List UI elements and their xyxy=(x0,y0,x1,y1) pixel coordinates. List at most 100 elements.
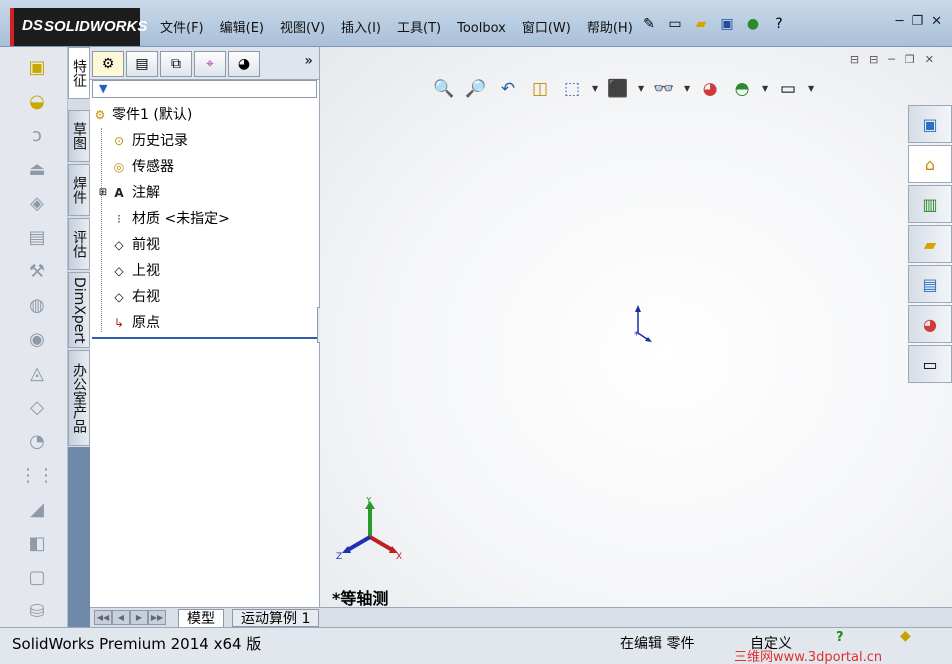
tab-evaluate[interactable]: 评估 xyxy=(68,218,90,270)
feature-tree-filter[interactable]: ▼ xyxy=(92,80,317,98)
hide-show-items-icon[interactable]: 👓 xyxy=(652,77,676,101)
shell-icon[interactable]: ▢ xyxy=(22,563,52,591)
menu-insert[interactable]: 插入(I) xyxy=(333,18,389,40)
edit-appearance-icon[interactable]: ◕ xyxy=(698,77,722,101)
expand-icon[interactable]: ⊞ xyxy=(95,185,111,201)
tree-item-history[interactable]: ⊙ 历史记录 xyxy=(90,128,319,154)
minimize-icon[interactable]: ─ xyxy=(896,14,904,29)
tree-item-sensors[interactable]: ◎ 传感器 xyxy=(90,154,319,180)
tab-office-products[interactable]: 办公室产品 xyxy=(68,350,90,446)
previous-view-icon[interactable]: ↶ xyxy=(496,77,520,101)
help-icon[interactable]: ? xyxy=(770,14,788,34)
configuration-manager-icon[interactable]: ⧉ xyxy=(160,51,192,77)
tab-model[interactable]: 模型 xyxy=(178,609,224,627)
tab-dimxpert[interactable]: DimXpert xyxy=(68,272,90,348)
filter-icon: ▼ xyxy=(99,82,108,95)
new-document-icon[interactable]: ▭ xyxy=(666,14,684,34)
view-settings-icon[interactable]: ▭ xyxy=(776,77,800,101)
tree-item-origin[interactable]: ↳ 原点 xyxy=(90,310,319,336)
last-tab-icon[interactable]: ▶▶ xyxy=(148,610,166,625)
first-tab-icon[interactable]: ◀◀ xyxy=(94,610,112,625)
lofted-cut-icon[interactable]: ◬ xyxy=(22,359,52,387)
extruded-boss-icon[interactable]: ▣ xyxy=(22,53,52,81)
open-folder-icon[interactable]: ▰ xyxy=(692,14,710,34)
quick-tips-icon[interactable]: ? xyxy=(836,630,844,645)
menu-file[interactable]: 文件(F) xyxy=(152,18,212,40)
view-orientation-icon[interactable]: ⬚ xyxy=(560,77,584,101)
draft-icon[interactable]: ◧ xyxy=(22,529,52,557)
menu-edit[interactable]: 编辑(E) xyxy=(212,18,272,40)
boundary-cut-icon[interactable]: ◇ xyxy=(22,393,52,421)
tree-item-annotations[interactable]: ⊞ A 注解 xyxy=(90,180,319,206)
restore-icon[interactable]: ❐ xyxy=(911,14,923,29)
boundary-boss-icon[interactable]: ◈ xyxy=(22,189,52,217)
close-icon[interactable]: ✕ xyxy=(931,14,942,29)
menu-toolbox[interactable]: Toolbox xyxy=(449,18,514,40)
tab-motion-study[interactable]: 运动算例 1 xyxy=(232,609,320,627)
graphics-area[interactable]: ⊟ ⊟ ─ ❐ ✕ 🔍 🔎 ↶ ◫ ⬚ ▼ ⬛ ▼ 👓 ▼ ◕ ◓ ▼ ▭ ▼ … xyxy=(320,47,952,608)
property-manager-icon[interactable]: ▤ xyxy=(126,51,158,77)
next-tab-icon[interactable]: ▶ xyxy=(130,610,148,625)
appearances-icon[interactable]: ▤ xyxy=(908,265,952,303)
section-view-icon[interactable]: ◫ xyxy=(528,77,552,101)
ds-logo-mark: DS xyxy=(22,17,43,34)
doc-minimize-icon[interactable]: ─ xyxy=(888,53,895,66)
dimxpert-manager-icon[interactable]: ⌖ xyxy=(194,51,226,77)
custom-properties-icon[interactable]: ◕ xyxy=(908,305,952,343)
tab-features[interactable]: 特征 xyxy=(68,47,90,99)
view-palette-icon[interactable]: ▰ xyxy=(908,225,952,263)
tree-item-right-plane[interactable]: ◇ 右视 xyxy=(90,284,319,310)
standard-toolbar: ✎ ▭ ▰ ▣ ● ? xyxy=(640,14,788,34)
view-settings-dropdown-icon[interactable]: ▼ xyxy=(808,77,814,101)
prev-tab-icon[interactable]: ◀ xyxy=(112,610,130,625)
menu-view[interactable]: 视图(V) xyxy=(272,18,333,40)
rib-icon[interactable]: ◢ xyxy=(22,495,52,523)
solidworks-logo[interactable]: DS SOLIDWORKS xyxy=(10,8,147,46)
zoom-to-fit-icon[interactable]: 🔍 xyxy=(432,77,456,101)
display-manager-icon[interactable]: ◕ xyxy=(228,51,260,77)
hide-show-dropdown-icon[interactable]: ▼ xyxy=(684,77,690,101)
rollback-bar[interactable] xyxy=(92,337,318,339)
solidworks-resources-icon[interactable]: ▣ xyxy=(908,105,952,143)
scenes-icon[interactable]: ▭ xyxy=(908,345,952,383)
tag-icon[interactable]: ◆ xyxy=(900,628,911,644)
display-style-dropdown-icon[interactable]: ▼ xyxy=(638,77,644,101)
tree-item-label: 注解 xyxy=(132,185,160,201)
feature-manager-icon[interactable]: ⚙ xyxy=(92,51,124,77)
tree-item-front-plane[interactable]: ◇ 前视 xyxy=(90,232,319,258)
menu-window[interactable]: 窗口(W) xyxy=(514,18,579,40)
save-icon[interactable]: ▣ xyxy=(718,14,736,34)
design-library-icon[interactable]: ⌂ xyxy=(908,145,952,183)
menu-help[interactable]: 帮助(H) xyxy=(579,18,641,40)
tab-weldments[interactable]: 焊件 xyxy=(68,164,90,216)
view-orientation-dropdown-icon[interactable]: ▼ xyxy=(592,77,598,101)
tab-sketch[interactable]: 草图 xyxy=(68,110,90,162)
pushpin-icon[interactable]: ✎ xyxy=(640,14,658,34)
tree-item-material[interactable]: ⁝ 材质 <未指定> xyxy=(90,206,319,232)
tree-item-top-plane[interactable]: ◇ 上视 xyxy=(90,258,319,284)
swept-cut-icon[interactable]: ◉ xyxy=(22,325,52,353)
hole-wizard-icon[interactable]: ⚒ xyxy=(22,257,52,285)
wrap-icon[interactable]: ⛁ xyxy=(22,597,52,625)
split-vertical-icon[interactable]: ⊟ xyxy=(850,53,859,66)
menu-tools[interactable]: 工具(T) xyxy=(389,18,449,40)
display-style-icon[interactable]: ⬛ xyxy=(606,77,630,101)
linear-pattern-icon[interactable]: ⋮⋮ xyxy=(19,461,55,489)
split-horizontal-icon[interactable]: ⊟ xyxy=(869,53,878,66)
extruded-cut-icon[interactable]: ▤ xyxy=(22,223,52,251)
doc-restore-icon[interactable]: ❐ xyxy=(905,53,915,66)
apply-scene-icon[interactable]: ◓ xyxy=(730,77,754,101)
apply-scene-dropdown-icon[interactable]: ▼ xyxy=(762,77,768,101)
task-pane-tabs: ▣ ⌂ ▥ ▰ ▤ ◕ ▭ xyxy=(908,105,952,385)
revolved-cut-icon[interactable]: ◍ xyxy=(22,291,52,319)
zoom-to-area-icon[interactable]: 🔎 xyxy=(464,77,488,101)
tree-root-part[interactable]: ⚙ 零件1 (默认) xyxy=(90,102,319,128)
doc-close-icon[interactable]: ✕ xyxy=(925,53,934,66)
more-tabs-chevron-icon[interactable]: » xyxy=(304,53,313,69)
swept-boss-icon[interactable]: ↄ xyxy=(22,121,52,149)
traffic-light-icon[interactable]: ● xyxy=(744,14,762,34)
file-explorer-icon[interactable]: ▥ xyxy=(908,185,952,223)
revolved-boss-icon[interactable]: ◒ xyxy=(22,87,52,115)
lofted-boss-icon[interactable]: ⏏ xyxy=(22,155,52,183)
fillet-icon[interactable]: ◔ xyxy=(22,427,52,455)
